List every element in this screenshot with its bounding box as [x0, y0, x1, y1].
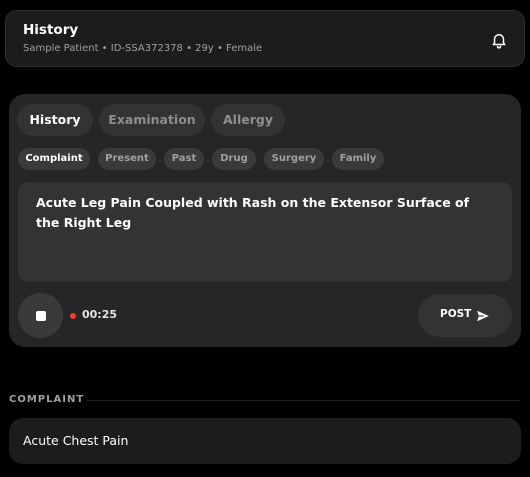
page-title: History [23, 22, 79, 38]
chip-present[interactable]: Present [98, 148, 156, 170]
post-button[interactable]: POST [418, 294, 512, 337]
complaint-list-item[interactable]: Acute Chest Pain [9, 418, 521, 464]
complaint-section-label: COMPLAINT [9, 394, 85, 405]
section-divider [86, 400, 520, 401]
bell-icon[interactable] [490, 31, 508, 49]
stop-icon [36, 311, 46, 321]
send-icon [477, 310, 489, 322]
complaint-input[interactable]: Acute Leg Pain Coupled with Rash on the … [18, 182, 512, 282]
patient-info: Sample Patient • ID-SSA372378 • 29y • Fe… [23, 43, 263, 54]
tab-history[interactable]: History [17, 104, 93, 136]
chip-family[interactable]: Family [332, 148, 384, 170]
tab-allergy[interactable]: Allergy [211, 104, 285, 136]
patient-header: History Sample Patient • ID-SSA372378 • … [5, 10, 525, 67]
post-label: POST [440, 308, 472, 320]
chip-drug[interactable]: Drug [212, 148, 256, 170]
recording-timer: 00:25 [82, 308, 118, 321]
chip-past[interactable]: Past [164, 148, 204, 170]
tab-examination[interactable]: Examination [99, 104, 205, 136]
recording-indicator [70, 313, 76, 319]
history-card: History Examination Allergy Complaint Pr… [9, 94, 521, 347]
chip-surgery[interactable]: Surgery [264, 148, 324, 170]
chip-complaint[interactable]: Complaint [18, 148, 90, 170]
stop-recording-button[interactable] [18, 293, 63, 338]
